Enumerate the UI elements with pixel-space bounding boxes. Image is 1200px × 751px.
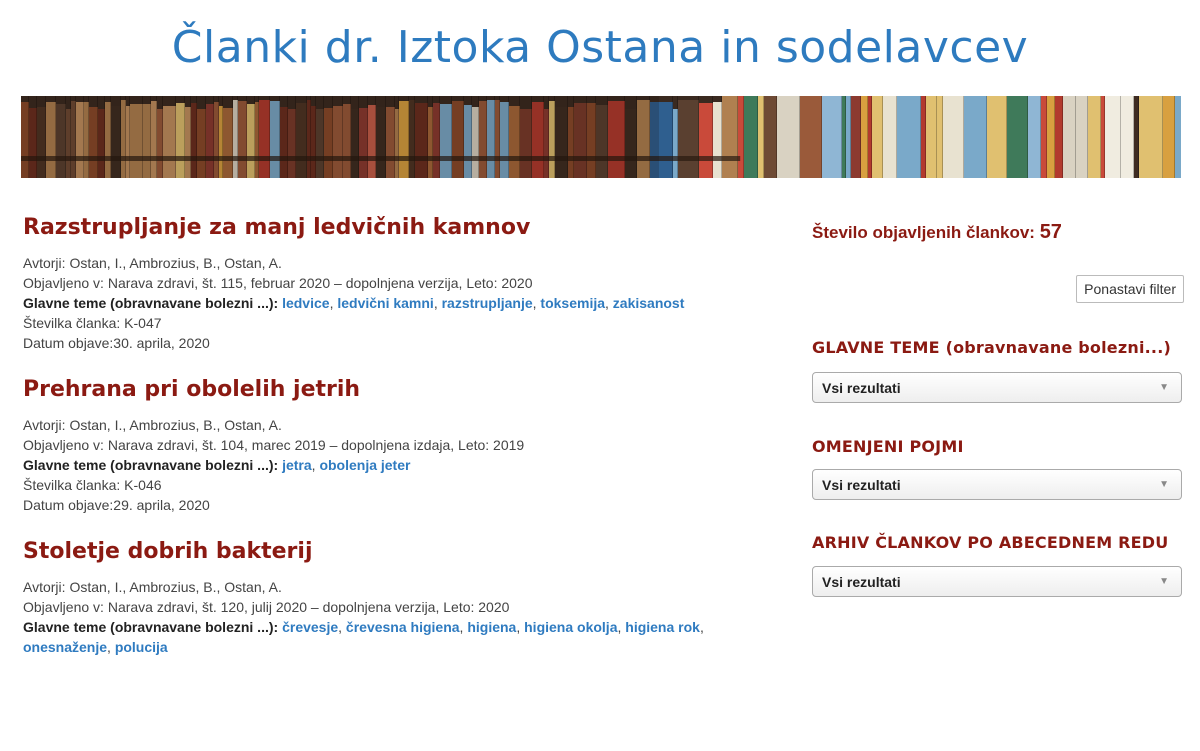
chevron-down-icon: ▼ (1159, 382, 1169, 393)
article-topics-label: Glavne teme (obravnavane bolezni ...): (23, 457, 283, 473)
topic-tag-link[interactable]: onesnaženje (23, 639, 107, 655)
article-published-in: Objavljeno v: Narava zdravi, št. 104, ma… (23, 435, 783, 455)
alphabetical-archive-select[interactable]: Vsi rezultati ▼ (812, 566, 1182, 597)
article-title-link[interactable]: Razstrupljanje za manj ledvičnih kamnov (23, 213, 783, 243)
article-number: Številka članka: K-047 (23, 313, 783, 333)
alphabetical-archive-select-value: Vsi rezultati (822, 574, 901, 590)
article-authors-label: Avtorji: (23, 417, 70, 433)
article-topics-label: Glavne teme (obravnavane bolezni ...): (23, 295, 283, 311)
article-topics-label: Glavne teme (obravnavane bolezni ...): (23, 619, 283, 635)
topic-tag-link[interactable]: zakisanost (613, 295, 685, 311)
filter-heading-main-topics: GLAVNE TEME (obravnavane bolezni...) (812, 338, 1171, 357)
article-topics: Glavne teme (obravnavane bolezni ...): l… (23, 295, 685, 311)
filter-heading-mentioned-terms: OMENJENI POJMI (812, 437, 964, 456)
topic-tag-link[interactable]: higiena rok (625, 619, 700, 635)
article-count-label: Število objavljenih člankov: (812, 223, 1040, 242)
article-published-in-value: Narava zdravi, št. 104, marec 2019 – dop… (107, 437, 525, 453)
article-published-in-label: Objavljeno v: (23, 437, 108, 453)
topic-tag-link[interactable]: razstrupljanje (442, 295, 533, 311)
article-date-label: Datum objave: (23, 497, 114, 513)
article-date-label: Datum objave: (23, 335, 114, 351)
article-date: Datum objave:29. aprila, 2020 (23, 495, 783, 515)
topic-tag-link[interactable]: črevesna higiena (346, 619, 460, 635)
article-authors-value: Ostan, I., Ambrozius, B., Ostan, A. (69, 417, 282, 433)
topic-tag-link[interactable]: polucija (115, 639, 168, 655)
article-topics: Glavne teme (obravnavane bolezni ...): č… (23, 619, 704, 655)
sidebar: Število objavljenih člankov: 57 Ponastav… (812, 215, 1184, 597)
article-authors-label: Avtorji: (23, 255, 70, 271)
bookshelf-banner-image (21, 96, 1181, 178)
main-topics-select[interactable]: Vsi rezultati ▼ (812, 372, 1182, 403)
article-authors-label: Avtorji: (23, 579, 70, 595)
topic-tag-link[interactable]: črevesje (282, 619, 338, 635)
chevron-down-icon: ▼ (1159, 479, 1169, 490)
article-authors: Avtorji: Ostan, I., Ambrozius, B., Ostan… (23, 253, 783, 273)
topic-tag-link[interactable]: toksemija (540, 295, 605, 311)
article-item: Prehrana pri obolelih jetrih Avtorji: Ost… (23, 375, 783, 515)
article-list: Razstrupljanje za manj ledvičnih kamnov A… (23, 213, 783, 679)
article-number-label: Številka članka: (23, 315, 125, 331)
article-number-value: K-046 (124, 477, 162, 493)
chevron-down-icon: ▼ (1159, 576, 1169, 587)
article-authors: Avtorji: Ostan, I., Ambrozius, B., Ostan… (23, 577, 783, 597)
article-number-value: K-047 (124, 315, 162, 331)
article-number-label: Številka članka: (23, 477, 125, 493)
topic-tag-link[interactable]: higiena (467, 619, 516, 635)
site-title: Članki dr. Iztoka Ostana in sodelavcev (171, 22, 1029, 73)
article-published-in-value: Narava zdravi, št. 120, julij 2020 – dop… (107, 599, 510, 615)
article-published-in-label: Objavljeno v: (23, 275, 108, 291)
article-authors: Avtorji: Ostan, I., Ambrozius, B., Ostan… (23, 415, 783, 435)
article-authors-value: Ostan, I., Ambrozius, B., Ostan, A. (69, 255, 282, 271)
mentioned-terms-select[interactable]: Vsi rezultati ▼ (812, 469, 1182, 500)
article-count: Število objavljenih člankov: 57 (812, 215, 1184, 250)
topic-tag-link[interactable]: higiena okolja (524, 619, 617, 635)
reset-filter-button[interactable]: Ponastavi filter (1076, 275, 1184, 303)
article-number: Številka članka: K-046 (23, 475, 783, 495)
topic-tag-link[interactable]: ledvice (282, 295, 329, 311)
article-published-in-value: Narava zdravi, št. 115, februar 2020 – d… (107, 275, 533, 291)
article-published-in-label: Objavljeno v: (23, 599, 108, 615)
article-published-in: Objavljeno v: Narava zdravi, št. 115, fe… (23, 273, 783, 293)
topic-tag-link[interactable]: obolenja jeter (319, 457, 410, 473)
filter-heading-alphabetical-archive: ARHIV ČLANKOV PO ABECEDNEM REDU (812, 533, 1169, 552)
main-topics-select-value: Vsi rezultati (822, 380, 901, 396)
article-date-value: 29. aprila, 2020 (113, 497, 210, 513)
article-item: Stoletje dobrih bakterij Avtorji: Ostan, … (23, 537, 783, 657)
article-item: Razstrupljanje za manj ledvičnih kamnov A… (23, 213, 783, 353)
article-title-link[interactable]: Prehrana pri obolelih jetrih (23, 375, 783, 405)
topic-tag-link[interactable]: jetra (282, 457, 312, 473)
article-topics: Glavne teme (obravnavane bolezni ...): j… (23, 457, 411, 473)
article-date-value: 30. aprila, 2020 (113, 335, 210, 351)
article-date: Datum objave:30. aprila, 2020 (23, 333, 783, 353)
article-published-in: Objavljeno v: Narava zdravi, št. 120, ju… (23, 597, 783, 617)
article-title-link[interactable]: Stoletje dobrih bakterij (23, 537, 783, 567)
article-authors-value: Ostan, I., Ambrozius, B., Ostan, A. (69, 579, 282, 595)
article-count-value: 57 (1039, 221, 1062, 243)
topic-tag-link[interactable]: ledvični kamni (337, 295, 433, 311)
mentioned-terms-select-value: Vsi rezultati (822, 477, 901, 493)
